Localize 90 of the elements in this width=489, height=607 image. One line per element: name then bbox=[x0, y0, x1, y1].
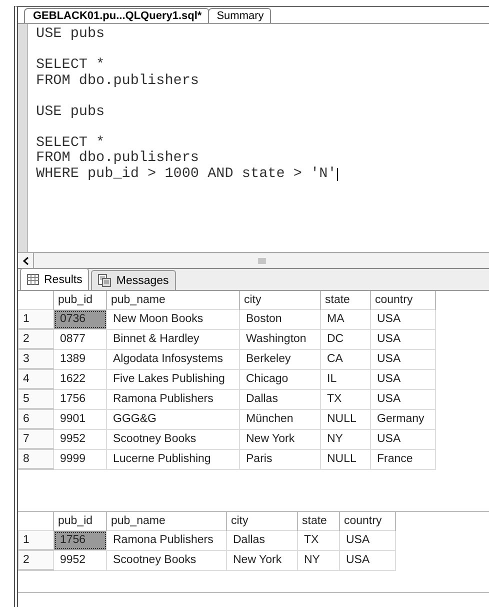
table-cell: New Moon Books bbox=[106, 310, 240, 329]
horizontal-scrollbar[interactable] bbox=[18, 252, 489, 269]
table-cell: Germany bbox=[370, 409, 436, 429]
grid-icon bbox=[27, 274, 39, 285]
table-cell: Five Lakes Publishing bbox=[106, 369, 240, 389]
table-cell: 9901 bbox=[54, 409, 106, 429]
code-line: USE pubs bbox=[36, 104, 105, 120]
table-cell: 1622 bbox=[54, 369, 106, 389]
row-number[interactable]: 2 bbox=[18, 329, 54, 349]
table-cell: USA bbox=[370, 329, 436, 349]
table-cell: NULL bbox=[320, 449, 370, 469]
scrollbar-thumb[interactable] bbox=[34, 254, 489, 267]
table-cell: Algodata Infosystems bbox=[106, 349, 240, 369]
row-number[interactable]: 7 bbox=[18, 429, 54, 449]
column-header[interactable]: state bbox=[320, 291, 370, 310]
table-cell: Berkeley bbox=[240, 349, 320, 369]
results-tab[interactable]: Messages bbox=[91, 270, 176, 290]
table-cell: USA bbox=[370, 310, 436, 329]
table-cell: USA bbox=[370, 429, 436, 449]
table-cell: MA bbox=[320, 310, 370, 329]
table-cell: 0736 bbox=[54, 310, 106, 329]
results-tab[interactable]: Results bbox=[20, 268, 90, 290]
column-header[interactable]: city bbox=[226, 512, 298, 530]
table-cell: USA bbox=[340, 550, 396, 570]
column-header[interactable]: country bbox=[340, 512, 396, 530]
text-cursor bbox=[337, 168, 338, 181]
row-number[interactable]: 8 bbox=[18, 449, 54, 469]
editor-tab[interactable]: Summary bbox=[208, 8, 271, 23]
row-number[interactable]: 5 bbox=[18, 389, 54, 409]
code-line: WHERE pub_id > 1000 AND state > 'N' bbox=[36, 166, 336, 182]
code-line: USE pubs bbox=[36, 27, 105, 42]
row-number[interactable]: 1 bbox=[18, 310, 54, 329]
table-cell: Binnet & Hardley bbox=[106, 329, 240, 349]
table-cell: Lucerne Publishing bbox=[106, 449, 240, 469]
table-cell: Chicago bbox=[240, 369, 320, 389]
table-cell: Paris bbox=[240, 449, 320, 469]
table-cell: 0877 bbox=[54, 329, 106, 349]
table-cell: Ramona Publishers bbox=[106, 389, 240, 409]
row-number[interactable]: 1 bbox=[18, 530, 54, 550]
table-cell: 1756 bbox=[54, 530, 106, 550]
table-cell: München bbox=[240, 409, 320, 429]
table-cell: 9999 bbox=[54, 449, 106, 469]
table-cell: TX bbox=[320, 389, 370, 409]
table-cell: Washington bbox=[240, 329, 320, 349]
column-header[interactable]: city bbox=[240, 291, 320, 310]
table-cell: Ramona Publishers bbox=[106, 530, 226, 550]
row-number[interactable]: 2 bbox=[18, 550, 54, 570]
table-cell: IL bbox=[320, 369, 370, 389]
table-cell: 9952 bbox=[54, 429, 106, 449]
code-line: SELECT * bbox=[36, 136, 105, 150]
table-cell: Dallas bbox=[240, 389, 320, 409]
table-cell: TX bbox=[298, 530, 340, 550]
column-header[interactable]: state bbox=[298, 512, 340, 530]
table-cell: DC bbox=[320, 329, 370, 349]
table-cell: CA bbox=[320, 349, 370, 369]
row-number[interactable]: 4 bbox=[18, 369, 54, 389]
table-cell: Scootney Books bbox=[106, 429, 240, 449]
table-cell: USA bbox=[370, 369, 436, 389]
grip-icon bbox=[258, 258, 266, 264]
table-cell: 1756 bbox=[54, 389, 106, 409]
scroll-left-button[interactable] bbox=[18, 253, 34, 268]
column-header[interactable]: pub_name bbox=[106, 512, 226, 530]
code-line: FROM dbo.publishers bbox=[36, 151, 200, 166]
code-line: SELECT * bbox=[36, 58, 105, 74]
column-header[interactable]: country bbox=[370, 291, 436, 310]
table-cell: NY bbox=[320, 429, 370, 449]
column-header[interactable]: pub_name bbox=[106, 291, 240, 310]
table-cell: USA bbox=[370, 349, 436, 369]
editor-tab[interactable]: GEBLACK01.pu...QLQuery1.sql* bbox=[24, 8, 209, 23]
table-cell: France bbox=[370, 449, 436, 469]
table-cell: Dallas bbox=[226, 530, 298, 550]
row-number[interactable]: 6 bbox=[18, 409, 54, 429]
document-icon bbox=[98, 274, 112, 287]
table-cell: Boston bbox=[240, 310, 320, 329]
table-cell: Scootney Books bbox=[106, 550, 226, 570]
table-cell: USA bbox=[340, 530, 396, 550]
table-cell: 9952 bbox=[54, 550, 106, 570]
column-header[interactable]: pub_id bbox=[54, 512, 106, 530]
tab-label: Results bbox=[44, 274, 82, 286]
column-header[interactable]: pub_id bbox=[54, 291, 106, 310]
tab-label: Messages bbox=[116, 274, 169, 286]
table-cell: New York bbox=[226, 550, 298, 570]
code-line: FROM dbo.publishers bbox=[36, 74, 200, 89]
table-cell: 1389 bbox=[54, 349, 106, 369]
table-cell: NULL bbox=[320, 409, 370, 429]
table-cell: NY bbox=[298, 550, 340, 570]
table-cell: GGG&G bbox=[106, 409, 240, 429]
table-cell: New York bbox=[240, 429, 320, 449]
row-number[interactable]: 3 bbox=[18, 349, 54, 369]
table-cell: USA bbox=[370, 389, 436, 409]
